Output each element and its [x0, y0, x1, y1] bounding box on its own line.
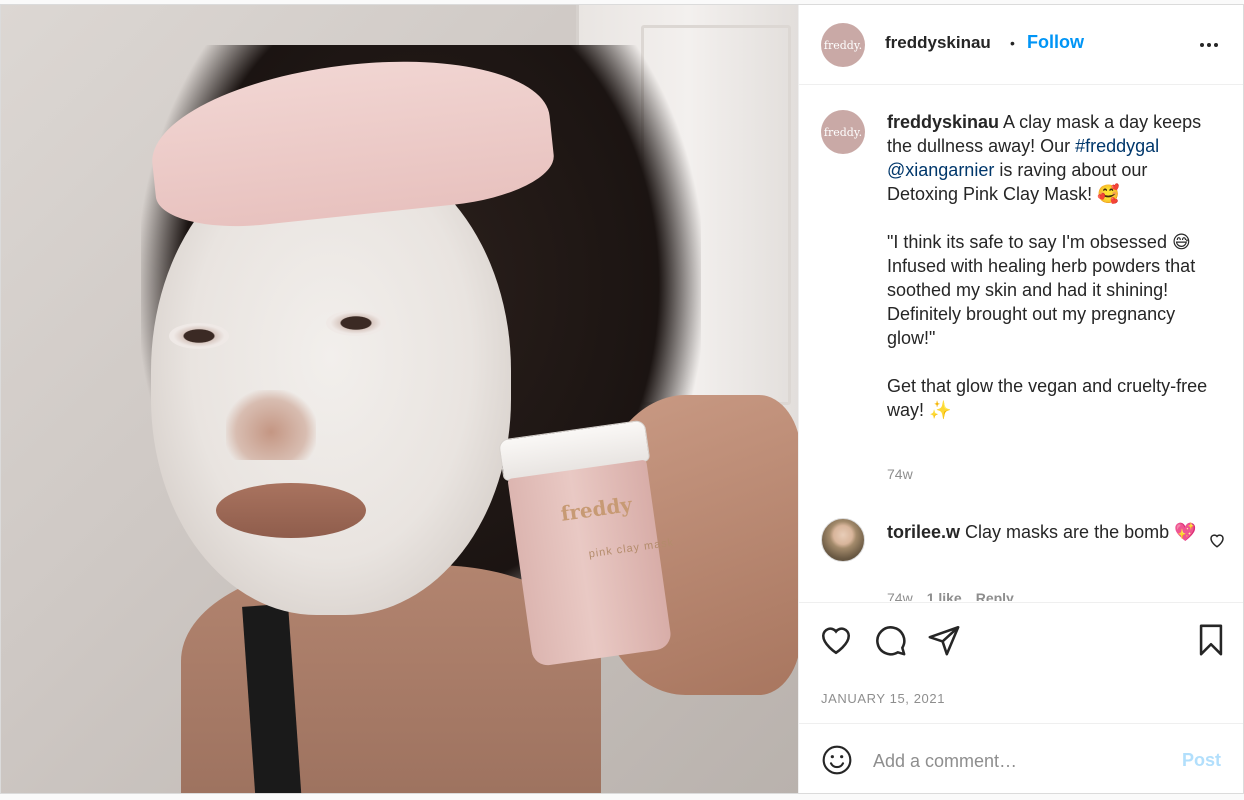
paper-plane-icon[interactable] [927, 623, 961, 657]
comment-icon[interactable] [873, 623, 907, 657]
post-actions: JANUARY 15, 2021 [799, 602, 1243, 722]
post-date: JANUARY 15, 2021 [821, 691, 946, 706]
comments-section[interactable]: freddy. freddyskinau A clay mask a day k… [799, 86, 1243, 601]
comment-text: torilee.w Clay masks are the bomb 💖 [887, 520, 1197, 544]
comment-body: Clay masks are the bomb 💖 [960, 522, 1197, 542]
photo-eye-left [169, 323, 229, 349]
photo-product-jar: freddy pink clay mask [497, 412, 728, 668]
comment-avatar[interactable] [821, 518, 865, 562]
post-header: freddy. freddyskinau • Follow [799, 5, 1243, 85]
comment-time: 74w [887, 590, 913, 601]
add-comment-bar: Post [799, 723, 1243, 795]
caption-avatar[interactable]: freddy. [821, 110, 865, 154]
comment-heart-icon[interactable] [1208, 531, 1226, 549]
caption-hashtag[interactable]: #freddygal [1075, 136, 1159, 156]
post-side-panel: freddy. freddyskinau • Follow freddy. fr… [799, 5, 1243, 793]
comment-meta: 74w 1 like Reply [887, 590, 1014, 601]
account-avatar[interactable]: freddy. [821, 23, 865, 67]
bookmark-icon[interactable] [1194, 623, 1228, 657]
instagram-post: freddy pink clay mask freddy. freddyskin… [0, 4, 1244, 794]
more-horizontal-icon[interactable] [1197, 33, 1221, 57]
caption-time: 74w [887, 466, 913, 482]
account-username[interactable]: freddyskinau [885, 33, 991, 53]
comment-reply-button[interactable]: Reply [976, 590, 1014, 601]
follow-button[interactable]: Follow [1027, 32, 1084, 53]
caption-line2: is raving about our Detoxing Pink Clay M… [887, 160, 1208, 420]
photo-nose [226, 390, 316, 460]
comment-username[interactable]: torilee.w [887, 522, 960, 542]
comment-input[interactable] [873, 746, 1163, 776]
photo-eye-right [326, 310, 386, 336]
photo-lips [216, 483, 366, 538]
jar-body [507, 459, 673, 668]
post-comment-button[interactable]: Post [1182, 750, 1221, 771]
heart-icon[interactable] [819, 623, 853, 657]
caption-text: freddyskinau A clay mask a day keeps the… [887, 110, 1217, 422]
header-separator: • [1010, 35, 1015, 51]
emoji-icon[interactable] [821, 744, 853, 776]
comment-likes[interactable]: 1 like [927, 590, 962, 601]
post-photo[interactable]: freddy pink clay mask [1, 5, 799, 793]
caption-mention[interactable]: @xiangarnier [887, 160, 994, 180]
caption-username[interactable]: freddyskinau [887, 112, 999, 132]
